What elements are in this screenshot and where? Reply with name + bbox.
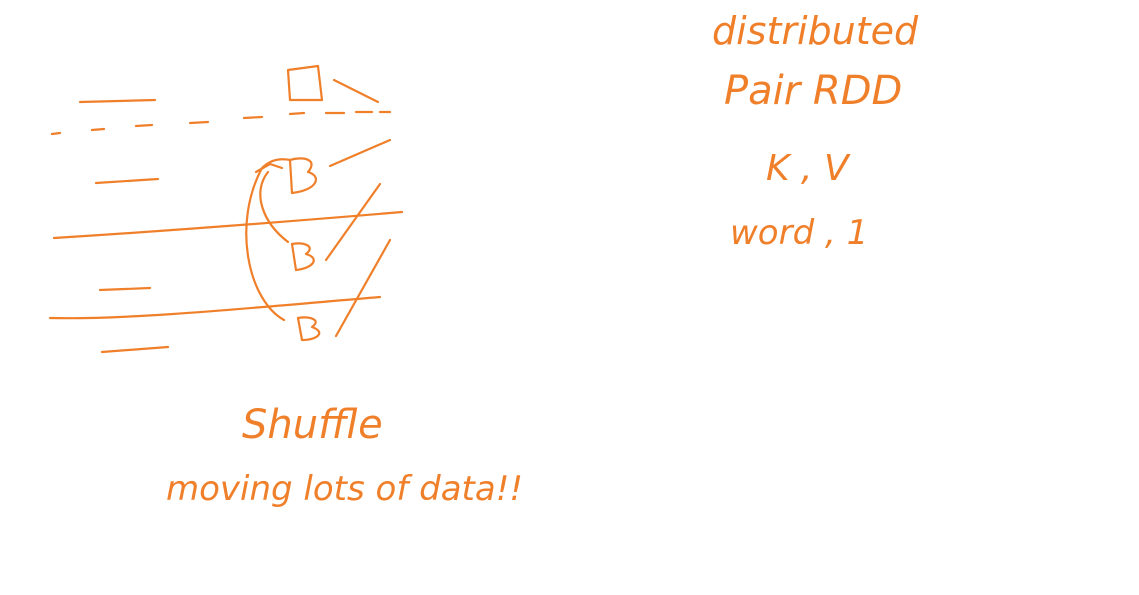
shuffle-notes: Shuffle moving lots of data!! [166, 402, 523, 509]
note-distributed: distributed [712, 9, 919, 53]
note-pair-rdd: Pair RDD [724, 68, 902, 114]
shuffle-arrow-1 [259, 170, 290, 244]
note-shuffle: Shuffle [242, 402, 383, 448]
pair-rdd-notes: distributed Pair RDD K , V word , 1 [712, 9, 919, 253]
top-block-stroke [332, 78, 380, 104]
diagonal-stroke-3 [334, 238, 392, 338]
block-b-1 [288, 157, 318, 195]
partition-line-2 [48, 295, 382, 320]
node-dash-3 [98, 286, 152, 292]
block-b-2 [290, 242, 315, 272]
node-dash-2 [94, 177, 160, 185]
note-moving-data: moving lots of data!! [166, 469, 523, 509]
cluster-sketch [48, 64, 404, 354]
diagonal-stroke-1 [328, 138, 392, 168]
node-dash-1 [78, 98, 157, 104]
node-dash-4 [100, 345, 170, 354]
whiteboard-canvas: distributed Pair RDD K , V word , 1 Shuf… [48, 9, 919, 509]
note-word-1: word , 1 [730, 213, 868, 253]
diagonal-stroke-2 [324, 182, 382, 262]
block-b-3 [296, 316, 321, 342]
top-block-square [286, 64, 324, 102]
note-k-v: K , V [766, 148, 851, 189]
partition-dashed-line [50, 110, 392, 136]
